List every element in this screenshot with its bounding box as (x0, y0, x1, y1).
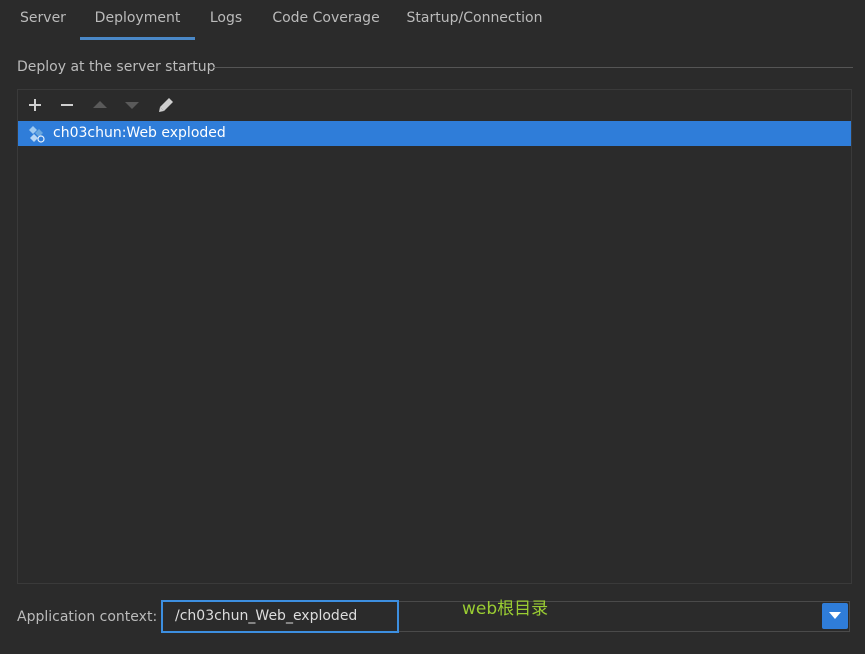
remove-icon (61, 104, 73, 106)
application-context-input[interactable]: /ch03chun_Web_exploded (161, 600, 399, 633)
tab-logs[interactable]: Logs (200, 0, 252, 37)
tab-bar: Server Deployment Logs Code Coverage Sta… (0, 0, 865, 40)
chevron-down-icon (829, 612, 841, 619)
tab-deployment[interactable]: Deployment (80, 0, 195, 40)
deployment-list: ch03chun:Web exploded (18, 121, 851, 583)
edit-icon (159, 98, 173, 112)
section-divider (213, 67, 853, 68)
deployment-toolbar (18, 90, 851, 120)
tab-code-coverage[interactable]: Code Coverage (262, 0, 390, 37)
move-up-icon (93, 101, 107, 108)
annotation-text: web根目录 (462, 599, 549, 619)
move-down-icon (125, 102, 139, 109)
add-icon (29, 99, 41, 111)
application-context-label: Application context: (17, 609, 158, 625)
context-dropdown-button[interactable] (822, 603, 848, 629)
edit-button[interactable] (155, 94, 177, 116)
remove-button[interactable] (56, 94, 78, 116)
list-item-label: ch03chun:Web exploded (53, 125, 226, 141)
run-configuration-panel: Server Deployment Logs Code Coverage Sta… (0, 0, 865, 654)
tab-server[interactable]: Server (8, 0, 78, 37)
move-up-button[interactable] (89, 94, 111, 116)
tab-startup-connection[interactable]: Startup/Connection (398, 0, 551, 37)
section-title: Deploy at the server startup (17, 59, 216, 75)
move-down-button[interactable] (121, 94, 143, 116)
list-item[interactable]: ch03chun:Web exploded (18, 121, 851, 146)
artifact-icon (29, 126, 45, 143)
deployment-list-panel: ch03chun:Web exploded (17, 89, 852, 584)
add-button[interactable] (24, 94, 46, 116)
